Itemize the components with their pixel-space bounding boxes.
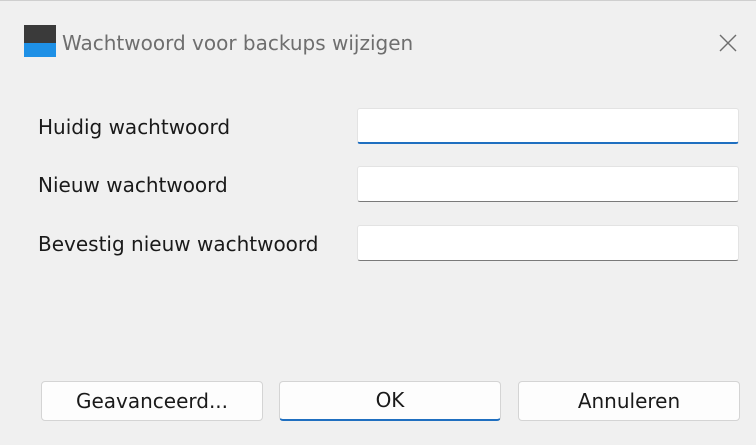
app-icon: [24, 25, 56, 57]
current-password-field[interactable]: [357, 108, 739, 144]
confirm-password-label: Bevestig nieuw wachtwoord: [38, 232, 319, 256]
title-bar[interactable]: Wachtwoord voor backups wijzigen: [0, 1, 756, 83]
new-password-label: Nieuw wachtwoord: [38, 173, 228, 197]
close-button[interactable]: [706, 21, 750, 65]
current-password-label: Huidig wachtwoord: [38, 115, 231, 139]
advanced-button[interactable]: Geavanceerd...: [41, 381, 263, 421]
change-backup-password-dialog: Wachtwoord voor backups wijzigen Huidig …: [0, 0, 756, 445]
close-icon: [719, 34, 737, 52]
cancel-button[interactable]: Annuleren: [518, 381, 740, 421]
ok-button[interactable]: OK: [279, 381, 501, 421]
window-title: Wachtwoord voor backups wijzigen: [62, 31, 414, 55]
confirm-password-field[interactable]: [357, 225, 739, 261]
new-password-field[interactable]: [357, 166, 739, 202]
